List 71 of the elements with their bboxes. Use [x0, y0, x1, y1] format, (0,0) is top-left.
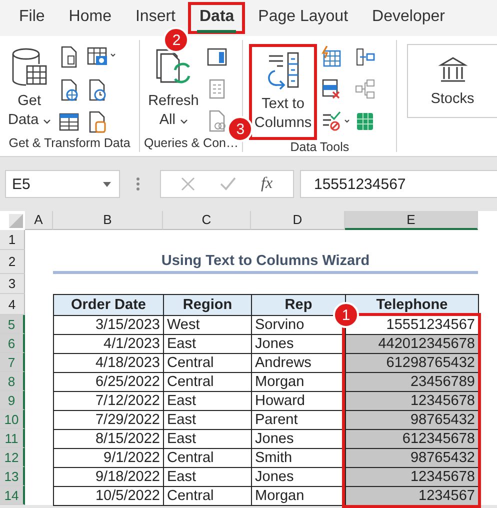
remove-duplicates-icon: [320, 78, 341, 100]
table-icon: [58, 111, 79, 134]
table-header-cell: Region: [163, 294, 252, 316]
properties-icon: [206, 78, 227, 100]
group-label: Get & Transform Data: [8, 136, 132, 152]
table-camera-icon: [86, 46, 117, 68]
table-cell: 98765432: [345, 448, 479, 468]
row-header[interactable]: 5: [0, 315, 25, 334]
row-header[interactable]: 7: [0, 353, 25, 372]
document-clock-icon: [86, 78, 107, 101]
panel-icon: [206, 46, 227, 68]
document-database-icon: [86, 111, 107, 134]
relationships-icon: [354, 78, 375, 100]
row-header[interactable]: 4: [0, 294, 25, 315]
caret-icon: [42, 119, 51, 124]
table-cell: 1234567: [345, 486, 479, 506]
flash-fill-icon: [320, 46, 341, 68]
bank-icon: [438, 55, 468, 85]
grip-icon: [136, 177, 140, 191]
row-header[interactable]: 6: [0, 334, 25, 353]
document-icon: [58, 46, 79, 68]
formula-field[interactable]: 15551234567: [300, 170, 497, 198]
row-header[interactable]: 2: [0, 250, 25, 274]
callout-badge: 3: [227, 116, 254, 142]
callout-badge: 2: [163, 27, 190, 53]
get-data-button[interactable]: Get Data: [4, 44, 55, 136]
dropdown-icon: [103, 182, 111, 186]
ribbon-tab[interactable]: File: [17, 4, 47, 32]
row-header[interactable]: 8: [0, 372, 25, 391]
document-link-icon: [206, 110, 227, 132]
column-header[interactable]: E: [345, 211, 478, 230]
check-icon: [220, 177, 236, 191]
column-header[interactable]: C: [163, 211, 251, 230]
row-header[interactable]: 1: [0, 230, 25, 250]
database-icon: [10, 48, 48, 88]
ribbon-tab[interactable]: Home: [66, 4, 114, 32]
table-cell: 12345678: [345, 467, 479, 487]
column-header[interactable]: A: [25, 211, 53, 230]
consolidate-icon: [354, 46, 375, 68]
caret-icon: [180, 119, 188, 124]
row-header[interactable]: 11: [0, 429, 25, 448]
column-header[interactable]: B: [53, 211, 163, 230]
insert-function-button[interactable]: fx: [261, 175, 273, 193]
table-cell: 442012345678: [345, 334, 479, 354]
group-label: Data Tools: [289, 140, 350, 156]
ribbon-tab[interactable]: Page Layout: [256, 4, 350, 32]
table-header-cell: Order Date: [53, 294, 164, 316]
row-header[interactable]: 9: [0, 391, 25, 410]
table-cell: 12345678: [345, 391, 479, 411]
column-header[interactable]: D: [251, 211, 345, 230]
row-header[interactable]: 12: [0, 448, 25, 467]
row-header[interactable]: 10: [0, 410, 25, 429]
data-model-icon: [354, 110, 375, 132]
row-header[interactable]: 3: [0, 274, 25, 294]
select-all-icon: [9, 214, 23, 228]
sheet-title: Using Text to Columns Wizard: [53, 250, 478, 274]
table-cell: 612345678: [345, 429, 479, 449]
table-cell: 98765432: [345, 410, 479, 430]
table-cell: 61298765432: [345, 353, 479, 373]
ribbon-tab[interactable]: Developer: [370, 4, 447, 32]
name-box[interactable]: E5: [5, 170, 120, 198]
cancel-icon: [181, 177, 196, 191]
stocks-button[interactable]: Stocks: [407, 44, 497, 118]
data-validation-icon: [320, 110, 351, 132]
row-header[interactable]: 14: [0, 486, 25, 505]
ribbon-tab[interactable]: Data: [197, 4, 236, 32]
table-cell: 10/5/2022: [53, 486, 164, 506]
row-header[interactable]: 13: [0, 467, 25, 486]
document-globe-icon: [58, 78, 79, 101]
text-to-columns-button[interactable]: Text to Columns: [249, 44, 317, 140]
table-cell: 23456789: [345, 372, 479, 392]
